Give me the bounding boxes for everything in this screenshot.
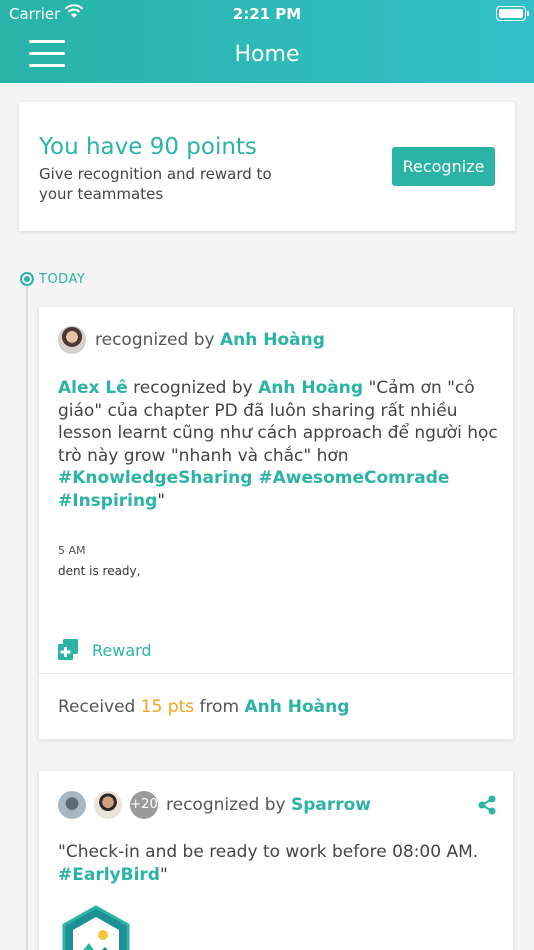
received-prefix: Received: [58, 697, 136, 717]
reward-label: Reward: [92, 641, 152, 660]
message-close-quote: ": [159, 864, 168, 885]
points-card: You have 90 points Give recognition and …: [19, 102, 515, 231]
recognizer-name[interactable]: Sparrow: [291, 795, 371, 815]
message-text: "Check-in and be ready to work before 08…: [58, 842, 479, 862]
message-close-quote: ": [157, 490, 166, 511]
more-avatars-badge[interactable]: +20: [130, 791, 158, 819]
embedded-timestamp: 5 AM: [58, 544, 86, 557]
received-from: from: [199, 697, 240, 717]
reward-icon: [58, 639, 78, 660]
received-points: 15 pts: [140, 697, 195, 717]
recognition-message: "Check-in and be ready to work before 08…: [58, 841, 498, 886]
recognized-by-line: recognized by Sparrow: [166, 795, 371, 815]
received-sender[interactable]: Anh Hoàng: [245, 697, 350, 717]
timeline-dot: [20, 272, 34, 286]
share-icon[interactable]: [476, 794, 498, 816]
app-header: Carrier 2:21 PM Home: [0, 0, 534, 83]
avatar[interactable]: [58, 791, 86, 819]
page-title: Home: [234, 42, 300, 67]
avatar[interactable]: [94, 791, 122, 819]
badge-icon: [62, 905, 130, 950]
avatar[interactable]: [58, 326, 86, 354]
recognize-button[interactable]: Recognize: [392, 147, 495, 186]
clock: 2:21 PM: [232, 5, 302, 23]
battery-fill: [499, 9, 523, 18]
timeline-section-label: TODAY: [39, 272, 86, 287]
timeline-line: [26, 283, 28, 950]
recognition-message: Alex Lê recognized by Anh Hoàng "Cảm ơn …: [58, 377, 498, 512]
recognized-by-prefix: recognized by: [95, 330, 215, 350]
recipient-name[interactable]: Alex Lê: [58, 378, 128, 398]
author-name[interactable]: Anh Hoàng: [258, 378, 363, 398]
card-divider: [39, 673, 513, 674]
feed-card[interactable]: recognized by Anh Hoàng Alex Lê recogniz…: [39, 307, 513, 739]
battery-icon: [496, 6, 529, 21]
points-subtitle: Give recognition and reward to your team…: [39, 165, 272, 203]
recognized-by-prefix: recognized by: [166, 795, 286, 815]
hashtags[interactable]: #KnowledgeSharing #AwesomeComrade #Inspi…: [58, 468, 449, 511]
points-title: You have 90 points: [39, 134, 257, 160]
status-bar: Carrier 2:21 PM: [0, 0, 534, 28]
embedded-text: dent is ready,: [58, 564, 141, 578]
message-connector: recognized by: [133, 378, 253, 398]
recognized-by-line: recognized by Anh Hoàng: [95, 330, 325, 350]
hashtags[interactable]: #EarlyBird: [58, 865, 160, 885]
recognizer-name[interactable]: Anh Hoàng: [220, 330, 325, 350]
feed-card[interactable]: +20 recognized by Sparrow "Check-in and …: [39, 771, 513, 950]
received-line: Received 15 pts from Anh Hoàng: [58, 697, 349, 717]
